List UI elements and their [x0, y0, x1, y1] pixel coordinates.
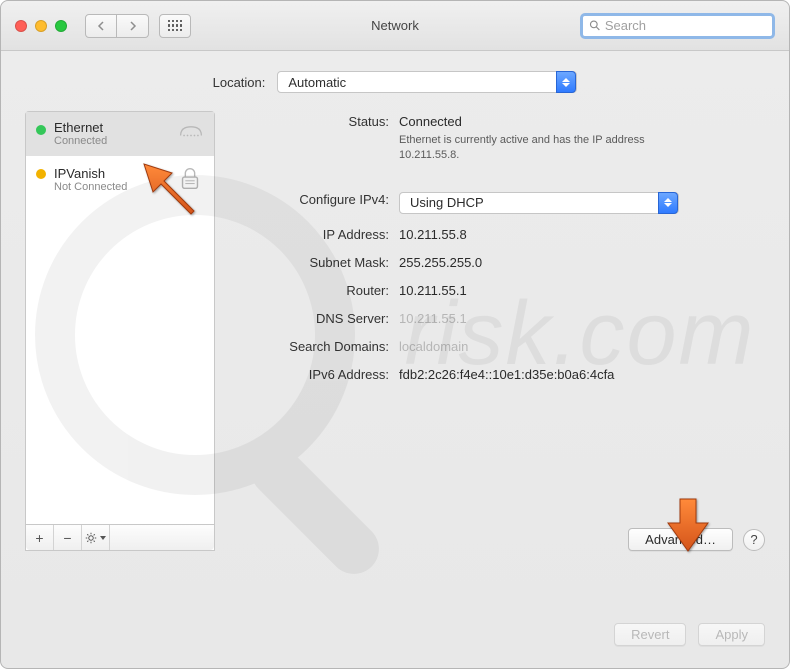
ip-address-value: 10.211.55.8 — [399, 224, 765, 242]
interface-status: Not Connected — [54, 181, 127, 193]
show-all-button[interactable] — [159, 14, 191, 38]
subnet-mask-label: Subnet Mask: — [229, 252, 399, 270]
search-icon — [589, 19, 601, 32]
subnet-mask-value: 255.255.255.0 — [399, 252, 765, 270]
stepper-icon — [556, 71, 576, 93]
chevron-down-icon — [100, 536, 106, 540]
search-domains-label: Search Domains: — [229, 336, 399, 354]
gear-icon — [85, 532, 97, 544]
status-value: Connected — [399, 114, 765, 129]
dns-server-value: 10.211.55.1 — [399, 308, 765, 326]
location-label: Location: — [213, 75, 266, 90]
configure-ipv4-select[interactable]: Using DHCP — [399, 192, 679, 214]
configure-ipv4-value: Using DHCP — [410, 195, 484, 210]
ethernet-icon — [178, 121, 204, 146]
minimize-window-button[interactable] — [35, 20, 47, 32]
lock-icon — [176, 164, 204, 195]
status-dot-notconnected-icon — [36, 169, 46, 179]
columns: Ethernet Connected — [25, 111, 765, 551]
advanced-button[interactable]: Advanced… — [628, 528, 733, 551]
search-domains-value: localdomain — [399, 336, 765, 354]
close-window-button[interactable] — [15, 20, 27, 32]
advanced-row: Advanced… ? — [628, 528, 765, 551]
sidebar-item-ipvanish[interactable]: IPVanish Not Connected — [26, 156, 214, 204]
advanced-button-label: Advanced… — [645, 532, 716, 547]
zoom-window-button[interactable] — [55, 20, 67, 32]
search-field-wrap[interactable] — [580, 13, 775, 39]
status-dot-connected-icon — [36, 125, 46, 135]
router-label: Router: — [229, 280, 399, 298]
location-value: Automatic — [288, 75, 346, 90]
help-icon: ? — [750, 532, 757, 547]
interface-name: IPVanish — [54, 166, 127, 181]
help-button[interactable]: ? — [743, 529, 765, 551]
router-value: 10.211.55.1 — [399, 280, 765, 298]
ipv6-address-label: IPv6 Address: — [229, 364, 399, 382]
interface-name: Ethernet — [54, 120, 107, 135]
grid-icon — [168, 20, 183, 31]
remove-interface-button[interactable]: − — [54, 525, 82, 550]
sidebar-footer: + − — [26, 524, 214, 550]
stepper-icon — [658, 192, 678, 214]
search-input[interactable] — [605, 18, 766, 33]
forward-button[interactable] — [117, 14, 149, 38]
nav-back-forward — [85, 14, 149, 38]
add-interface-button[interactable]: + — [26, 525, 54, 550]
status-label: Status: — [229, 111, 399, 129]
configure-ipv4-label: Configure IPv4: — [229, 189, 399, 207]
dns-server-label: DNS Server: — [229, 308, 399, 326]
status-description: Ethernet is currently active and has the… — [399, 133, 699, 163]
interface-detail: Status: Connected Ethernet is currently … — [229, 111, 765, 551]
titlebar: Network — [1, 1, 789, 51]
location-row: Location: Automatic — [25, 71, 765, 93]
apply-button-label: Apply — [715, 627, 748, 642]
interface-actions-menu[interactable] — [82, 525, 110, 550]
revert-button[interactable]: Revert — [614, 623, 686, 646]
window-body: Location: Automatic Ethernet Connected — [1, 51, 789, 668]
interface-status: Connected — [54, 135, 107, 147]
window-controls — [15, 20, 67, 32]
ipv6-address-value: fdb2:2c26:f4e4::10e1:d35e:b0a6:4cfa — [399, 364, 765, 382]
chevron-right-icon — [128, 21, 138, 31]
footer-buttons: Revert Apply — [614, 623, 765, 646]
plus-icon: + — [35, 531, 43, 545]
back-button[interactable] — [85, 14, 117, 38]
interface-list: Ethernet Connected — [25, 111, 215, 551]
revert-button-label: Revert — [631, 627, 669, 642]
apply-button[interactable]: Apply — [698, 623, 765, 646]
network-preferences-window: Network Location: Automatic — [0, 0, 790, 669]
sidebar-item-ethernet[interactable]: Ethernet Connected — [26, 112, 214, 156]
chevron-left-icon — [96, 21, 106, 31]
location-select[interactable]: Automatic — [277, 71, 577, 93]
minus-icon: − — [63, 531, 71, 545]
ip-address-label: IP Address: — [229, 224, 399, 242]
